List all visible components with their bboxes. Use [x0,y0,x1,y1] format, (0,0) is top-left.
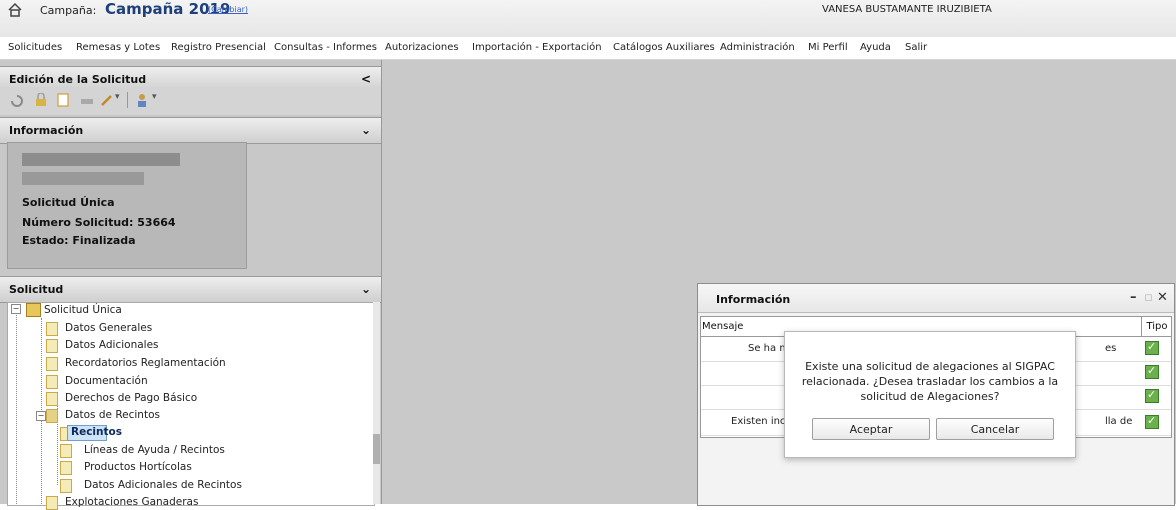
tree-collapse-icon[interactable]: − [36,411,46,421]
document-icon [46,339,58,353]
request-number: Número Solicitud: 53664 [22,216,176,229]
collapse-left-icon[interactable]: < [361,72,371,86]
change-campaign-link[interactable]: (Cambiar) [208,5,248,14]
row-message-start: Existen inci [731,416,789,427]
refresh-icon[interactable] [9,93,25,107]
ok-check-icon [1145,364,1159,379]
document-icon [60,461,72,475]
document-icon [46,496,58,510]
document-icon [60,444,72,458]
main-menu: Solicitudes Remesas y Lotes Registro Pre… [0,38,1176,60]
edit-toolbar: ▾ ▾ [0,87,381,115]
document-icon [46,357,58,371]
tree-item-documentacion[interactable]: Documentación [65,375,148,387]
tree-item-recintos[interactable]: Recintos [71,426,122,438]
menu-solicitudes[interactable]: Solicitudes [8,42,62,53]
minimize-icon[interactable]: – [1130,290,1137,305]
confirm-dialog: Existe una solicitud de alegaciones al S… [784,331,1076,458]
menu-consultas-informes[interactable]: Consultas - Informes [274,42,377,53]
document-icon [46,392,58,406]
menu-registro-presencial[interactable]: Registro Presencial [171,42,266,53]
row-message-end: es [1105,343,1117,354]
user-icon[interactable] [134,93,150,107]
chevron-down-icon[interactable]: ⌄ [361,282,371,296]
ok-check-icon [1145,414,1159,429]
row-message-end: lla de [1105,416,1133,427]
request-state: Estado: Finalizada [22,234,136,247]
menu-remesas-lotes[interactable]: Remesas y Lotes [76,42,160,53]
row-message-start: Se ha m [748,343,790,354]
tree-item-derechos-pago[interactable]: Derechos de Pago Básico [65,392,197,404]
folder-icon [26,303,41,317]
document-folder-icon [46,409,58,423]
edit-pen-icon[interactable] [99,93,115,107]
menu-administracion[interactable]: Administración [720,42,795,53]
request-section-header[interactable]: Solicitud ⌄ [0,276,381,303]
menu-salir[interactable]: Salir [905,42,927,53]
tree-item-datos-generales[interactable]: Datos Generales [65,322,152,334]
document-icon [46,322,58,336]
document-icon[interactable] [55,93,71,107]
column-header-tipo: Tipo [1141,317,1172,337]
tree-collapse-icon[interactable]: − [11,304,21,314]
tree-item-recordatorios[interactable]: Recordatorios Reglamentación [65,357,226,369]
home-icon[interactable] [7,2,23,18]
document-icon [46,375,58,389]
tree-item-solicitud-unica[interactable]: Solicitud Única [44,304,122,316]
tree-connector [16,315,17,504]
menu-catalogos-auxiliares[interactable]: Catálogos Auxiliares [613,42,715,53]
top-bar: Campaña: Campaña 2019 (Cambiar) VANESA B… [0,0,1176,37]
tree-scrollbar[interactable] [373,302,380,504]
menu-autorizaciones[interactable]: Autorizaciones [385,42,459,53]
tree-item-datos-adicionales-recintos[interactable]: Datos Adicionales de Recintos [84,479,242,491]
tree-item-explotaciones-ganaderas[interactable]: Explotaciones Ganaderas [65,496,198,508]
menu-mi-perfil[interactable]: Mi Perfil [808,42,848,53]
dialog-message: Existe una solicitud de alegaciones al S… [801,360,1059,403]
request-type: Solicitud Única [22,196,115,209]
tree-item-datos-adicionales[interactable]: Datos Adicionales [65,339,159,351]
info-section-header[interactable]: Información ⌄ [0,117,381,144]
info-window-title: Información [716,293,791,306]
campaign-label: Campaña: [40,4,97,17]
scrollbar-thumb[interactable] [373,434,380,464]
maximize-icon[interactable]: ▫ [1144,290,1153,305]
document-icon [60,479,72,493]
edit-request-title: Edición de la Solicitud [9,73,147,86]
user-dropdown-icon[interactable]: ▾ [152,92,157,102]
tree-item-datos-recintos[interactable]: Datos de Recintos [65,409,160,421]
redacted-name [22,153,180,166]
request-tree [7,302,375,506]
tree-item-productos-horticolas[interactable]: Productos Hortícolas [84,461,192,473]
menu-ayuda[interactable]: Ayuda [860,42,891,53]
close-icon[interactable]: ✕ [1157,290,1168,305]
menu-importacion-exportacion[interactable]: Importación - Exportación [472,42,602,53]
request-section-title: Solicitud [9,283,64,296]
info-section-title: Información [9,124,84,137]
info-window-header[interactable]: Información – ▫ ✕ [698,284,1174,313]
chevron-down-icon[interactable]: ⌄ [361,123,371,137]
tree-item-lineas-ayuda[interactable]: Líneas de Ayuda / Recintos [84,444,225,456]
lock-icon[interactable] [33,93,49,107]
redacted-id [22,172,144,185]
cancel-button[interactable]: Cancelar [936,418,1054,440]
accept-button[interactable]: Aceptar [812,418,930,440]
ok-check-icon [1145,388,1159,403]
ok-check-icon [1145,340,1159,355]
user-name: VANESA BUSTAMANTE IRUZIBIETA [822,4,992,15]
toolbar-separator [127,92,128,108]
pen-dropdown-icon[interactable]: ▾ [115,92,120,102]
print-icon[interactable] [79,93,95,107]
